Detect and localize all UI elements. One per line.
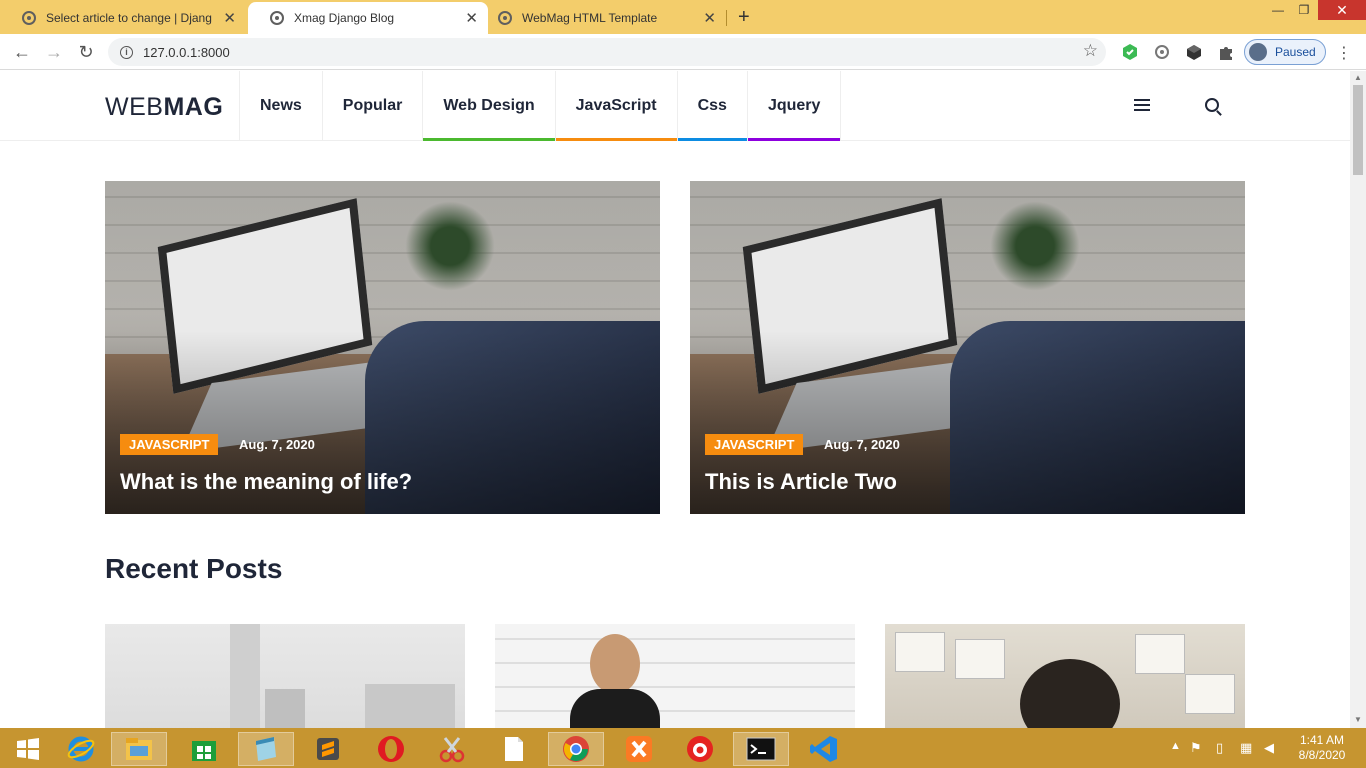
clock-time: 1:41 AM (1299, 733, 1345, 747)
globe-icon (22, 11, 36, 25)
close-window-button[interactable]: ✕ (1318, 0, 1366, 20)
recent-post-image[interactable] (495, 624, 855, 728)
reload-button[interactable]: ↻ (74, 40, 98, 64)
cube-extension-icon[interactable] (1185, 43, 1203, 61)
tab-divider (726, 10, 727, 26)
snipping-tool-icon[interactable] (424, 732, 480, 766)
search-icon[interactable] (1205, 98, 1219, 112)
browser-tab-strip: Select article to change | Djang ✕ Xmag … (0, 0, 1366, 34)
browser-menu-icon[interactable]: ⋮ (1336, 43, 1352, 63)
internet-explorer-icon[interactable] (53, 732, 109, 766)
url-text: 127.0.0.1:8000 (143, 44, 230, 60)
vscode-icon[interactable] (796, 732, 852, 766)
scrollbar-thumb[interactable] (1353, 85, 1363, 175)
nav-item-label: Web Design (443, 97, 535, 114)
tab-title: Xmag Django Blog (294, 11, 395, 25)
page-scrollbar[interactable]: ▲ ▼ (1350, 71, 1366, 728)
volume-icon[interactable]: ◀ (1264, 740, 1274, 756)
nav-underline (677, 138, 747, 141)
windows-taskbar: ▲ ⚑ ▯ ▦ ◀ 1:41 AM 8/8/2020 (0, 728, 1366, 768)
nav-underline (423, 138, 555, 141)
windows-logo-icon (17, 738, 39, 760)
nav-underline (555, 138, 677, 141)
tab-admin[interactable]: Select article to change | Djang ✕ (0, 2, 246, 34)
site-logo[interactable]: WEBMAG (105, 93, 223, 122)
nav-underline (747, 138, 841, 141)
notepad-app-icon[interactable] (238, 732, 294, 766)
post-date: Aug. 7, 2020 (824, 437, 900, 452)
browser-toolbar: ← → ↻ i 127.0.0.1:8000 ☆ Paused ⋮ (0, 34, 1366, 70)
tray-expand-icon[interactable]: ▲ (1170, 740, 1181, 752)
tab-title: WebMag HTML Template (522, 11, 658, 25)
target-extension-icon[interactable] (1153, 43, 1171, 61)
main-nav: News Popular Web Design JavaScript Css J… (239, 71, 842, 141)
battery-icon[interactable]: ▯ (1216, 740, 1223, 756)
recent-post-image[interactable] (885, 624, 1245, 728)
tab-xmag-blog[interactable]: Xmag Django Blog ✕ (248, 2, 488, 34)
nav-item-label: Css (697, 97, 727, 114)
opera-browser-icon[interactable] (363, 732, 419, 766)
tab-title: Select article to change | Djang (46, 11, 212, 25)
nav-item-popular[interactable]: Popular (321, 71, 423, 141)
globe-icon (498, 11, 512, 25)
nav-item-label: News (260, 97, 302, 114)
nav-item-web-design[interactable]: Web Design (422, 71, 555, 141)
category-badge[interactable]: JAVASCRIPT (120, 434, 219, 455)
green-shield-extension-icon[interactable] (1121, 43, 1139, 61)
nav-item-jquery[interactable]: Jquery (746, 71, 842, 141)
featured-post-card[interactable]: JAVASCRIPT Aug. 7, 2020 This is Article … (690, 181, 1245, 514)
avatar (1249, 43, 1267, 61)
nav-item-javascript[interactable]: JavaScript (554, 71, 677, 141)
close-tab-icon[interactable]: ✕ (703, 9, 716, 27)
category-badge[interactable]: JAVASCRIPT (705, 434, 804, 455)
featured-post-image (690, 181, 1245, 514)
chrome-browser-icon[interactable] (548, 732, 604, 766)
system-clock[interactable]: 1:41 AM 8/8/2020 (1296, 733, 1348, 763)
clock-date: 8/8/2020 (1298, 748, 1346, 762)
site-header: WEBMAG News Popular Web Design JavaScrip… (0, 71, 1350, 141)
nav-item-news[interactable]: News (239, 71, 322, 141)
minimize-button[interactable]: — (1264, 0, 1292, 20)
nav-underline (240, 138, 322, 141)
sublime-text-icon[interactable] (300, 732, 356, 766)
web-page: WEBMAG News Popular Web Design JavaScrip… (0, 71, 1350, 728)
close-tab-icon[interactable]: ✕ (223, 9, 236, 27)
post-title[interactable]: This is Article Two (705, 469, 897, 495)
hamburger-menu-icon[interactable] (1134, 99, 1150, 114)
nav-underline (323, 138, 423, 141)
post-date: Aug. 7, 2020 (239, 437, 315, 452)
nav-item-label: Popular (342, 97, 403, 114)
profile-status: Paused (1275, 45, 1316, 59)
puzzle-extensions-icon[interactable] (1217, 43, 1235, 61)
post-title[interactable]: What is the meaning of life? (120, 469, 412, 495)
bookmark-star-icon[interactable]: ☆ (1083, 41, 1098, 61)
new-tab-button[interactable]: + (738, 6, 750, 29)
command-prompt-icon[interactable] (733, 732, 789, 766)
action-center-flag-icon[interactable]: ⚑ (1190, 740, 1202, 756)
site-info-icon[interactable]: i (120, 45, 133, 59)
back-button[interactable]: ← (10, 40, 34, 64)
restore-button[interactable]: ❐ (1290, 0, 1318, 20)
featured-post-card[interactable]: JAVASCRIPT Aug. 7, 2020 What is the mean… (105, 181, 660, 514)
xampp-icon[interactable] (611, 732, 667, 766)
recent-post-image[interactable] (105, 624, 465, 728)
tab-webmag-template[interactable]: WebMag HTML Template ✕ (476, 2, 726, 34)
red-app-icon[interactable] (672, 732, 728, 766)
nav-item-label: JavaScript (575, 97, 657, 114)
globe-icon (270, 11, 284, 25)
profile-button[interactable]: Paused (1244, 39, 1326, 65)
network-icon[interactable]: ▦ (1240, 740, 1252, 756)
nav-item-label: Jquery (767, 97, 821, 114)
blank-document-icon[interactable] (486, 732, 542, 766)
logo-bold: MAG (163, 93, 224, 121)
store-app-icon[interactable] (176, 732, 232, 766)
forward-button[interactable]: → (42, 40, 66, 64)
recent-posts-heading: Recent Posts (105, 553, 283, 584)
file-explorer-icon[interactable] (111, 732, 167, 766)
logo-light: WEB (105, 93, 164, 121)
featured-post-image (105, 181, 660, 514)
start-button[interactable] (0, 732, 56, 766)
nav-item-css[interactable]: Css (676, 71, 747, 141)
address-bar[interactable]: i 127.0.0.1:8000 ☆ (108, 38, 1106, 66)
